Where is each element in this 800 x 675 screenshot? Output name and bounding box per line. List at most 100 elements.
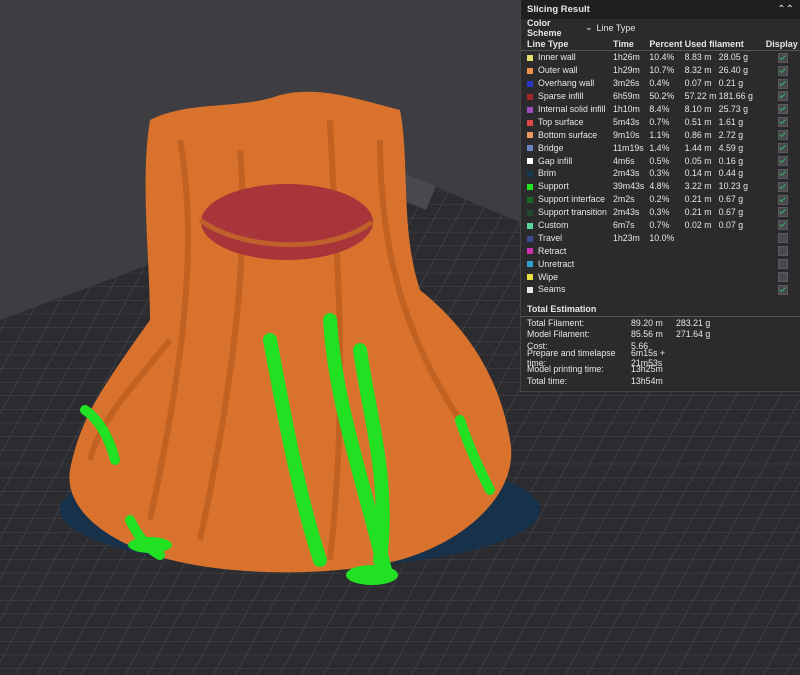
- line-type-name: Internal solid infill: [538, 104, 606, 114]
- line-type-name: Travel: [538, 232, 563, 243]
- display-checkbox[interactable]: [777, 284, 788, 295]
- line-type-name: Top surface: [538, 116, 584, 127]
- display-checkbox[interactable]: [777, 181, 788, 192]
- total-value-2: 271.64 g: [676, 329, 711, 340]
- line-percent: 0.5%: [649, 155, 670, 166]
- line-time: 2m2s: [612, 194, 635, 205]
- line-type-name: Brim: [538, 168, 557, 179]
- line-percent: [649, 244, 684, 257]
- line-length: 0.51 m: [684, 116, 712, 127]
- line-type-name: Outer wall: [538, 65, 578, 76]
- display-checkbox[interactable]: [777, 130, 788, 141]
- display-checkbox[interactable]: [777, 207, 788, 218]
- color-swatch: [527, 106, 533, 113]
- display-checkbox[interactable]: [777, 104, 788, 115]
- line-type-name: Bridge: [538, 142, 564, 153]
- table-row: Wipe: [521, 270, 800, 283]
- total-value-2: 283.21 g: [676, 317, 711, 328]
- table-row: Travel 1h23m 10.0%: [521, 231, 800, 244]
- panel-title: Slicing Result: [527, 4, 590, 15]
- display-checkbox[interactable]: [777, 194, 788, 205]
- display-checkbox[interactable]: [777, 143, 788, 154]
- line-length: 57.22 m: [684, 91, 717, 102]
- line-percent: 0.4%: [649, 78, 670, 89]
- line-length: 3.22 m: [684, 181, 712, 192]
- total-row: Model Filament: 85.56 m 271.64 g: [521, 329, 800, 341]
- color-scheme-select[interactable]: ⌄ Line Type: [585, 22, 635, 33]
- display-checkbox[interactable]: [777, 117, 788, 128]
- line-time: 39m43s: [612, 181, 645, 192]
- total-estimation-title: Total Estimation: [521, 300, 800, 317]
- line-percent: [649, 283, 684, 296]
- line-percent: 0.7%: [649, 220, 670, 231]
- line-length: [685, 231, 719, 244]
- total-key: Model printing time:: [527, 364, 604, 375]
- color-swatch: [527, 132, 533, 139]
- line-percent: 10.4%: [649, 52, 675, 63]
- col-line-type: Line Type: [521, 37, 613, 51]
- table-row: Gap infill 4m6s 0.5% 0.05 m 0.16 g: [521, 154, 800, 167]
- total-estimation-list: Total Filament: 89.20 m 283.21 g Model Fila…: [521, 317, 800, 387]
- line-weight: 28.05 g: [718, 52, 749, 63]
- color-swatch: [527, 55, 533, 62]
- line-percent: 50.2%: [649, 91, 675, 102]
- line-weight: 0.07 g: [718, 220, 744, 231]
- line-time: 4m6s: [612, 155, 635, 166]
- display-checkbox[interactable]: [777, 259, 788, 270]
- line-time: 11m19s: [612, 142, 644, 153]
- line-time: 2m43s: [612, 168, 640, 179]
- line-weight: 10.23 g: [718, 181, 749, 192]
- line-length: 0.02 m: [684, 220, 712, 231]
- table-row: Seams: [521, 283, 800, 296]
- total-key: Model Filament:: [527, 329, 590, 340]
- display-checkbox[interactable]: [777, 91, 788, 102]
- table-row: Sparse infill 6h59m 50.2% 57.22 m 181.66 g: [521, 90, 800, 103]
- line-type-name: Support transition: [538, 207, 607, 218]
- line-type-name: Unretract: [538, 258, 575, 269]
- table-row: Bottom surface 9m10s 1.1% 0.86 m 2.72 g: [521, 128, 800, 141]
- color-scheme-row: Color Scheme ⌄ Line Type: [521, 18, 800, 38]
- total-key: Total Filament:: [527, 317, 585, 328]
- double-chevron-up-icon[interactable]: ⌃⌃: [777, 4, 794, 15]
- color-swatch: [527, 287, 533, 294]
- display-checkbox[interactable]: [777, 52, 788, 63]
- total-row: Total Filament: 89.20 m 283.21 g: [521, 317, 800, 329]
- line-weight: [719, 244, 766, 257]
- line-weight: 26.40 g: [718, 65, 749, 76]
- table-row: Retract: [521, 244, 800, 257]
- line-percent: 0.7%: [649, 116, 670, 127]
- line-weight: 25.73 g: [718, 104, 749, 114]
- total-value: 85.56 m: [631, 329, 663, 340]
- line-time: 1h10m: [612, 104, 640, 114]
- display-checkbox[interactable]: [777, 168, 788, 179]
- line-length: 8.10 m: [684, 104, 712, 114]
- line-time: 6m7s: [612, 220, 635, 231]
- display-checkbox[interactable]: [777, 233, 788, 244]
- line-length: 0.05 m: [684, 155, 712, 166]
- table-row: Brim 2m43s 0.3% 0.14 m 0.44 g: [521, 167, 800, 180]
- line-time: 1h23m: [612, 232, 640, 243]
- line-type-name: Overhang wall: [538, 78, 595, 89]
- line-time: 2m43s: [612, 207, 640, 218]
- line-percent: [649, 270, 684, 283]
- display-checkbox[interactable]: [777, 65, 788, 76]
- display-checkbox[interactable]: [777, 220, 788, 231]
- line-weight: [719, 231, 766, 244]
- display-checkbox[interactable]: [777, 271, 788, 282]
- line-weight: 1.61 g: [718, 116, 744, 127]
- panel-header[interactable]: Slicing Result ⌃⌃: [521, 0, 800, 19]
- color-swatch: [527, 235, 533, 242]
- line-length: 0.86 m: [684, 129, 712, 140]
- col-used-filament: Used filament: [684, 37, 766, 51]
- color-swatch: [527, 145, 533, 152]
- line-percent: 8.4%: [649, 104, 670, 114]
- display-checkbox[interactable]: [777, 155, 788, 166]
- total-row: Model printing time: 13h25m: [521, 363, 800, 375]
- color-swatch: [527, 171, 533, 178]
- display-checkbox[interactable]: [777, 246, 788, 257]
- display-checkbox[interactable]: [777, 78, 788, 89]
- total-value: 13h54m: [631, 375, 663, 386]
- line-type-name: Gap infill: [538, 155, 573, 166]
- color-swatch: [527, 93, 533, 100]
- table-row: Top surface 5m43s 0.7% 0.51 m 1.61 g: [521, 115, 800, 128]
